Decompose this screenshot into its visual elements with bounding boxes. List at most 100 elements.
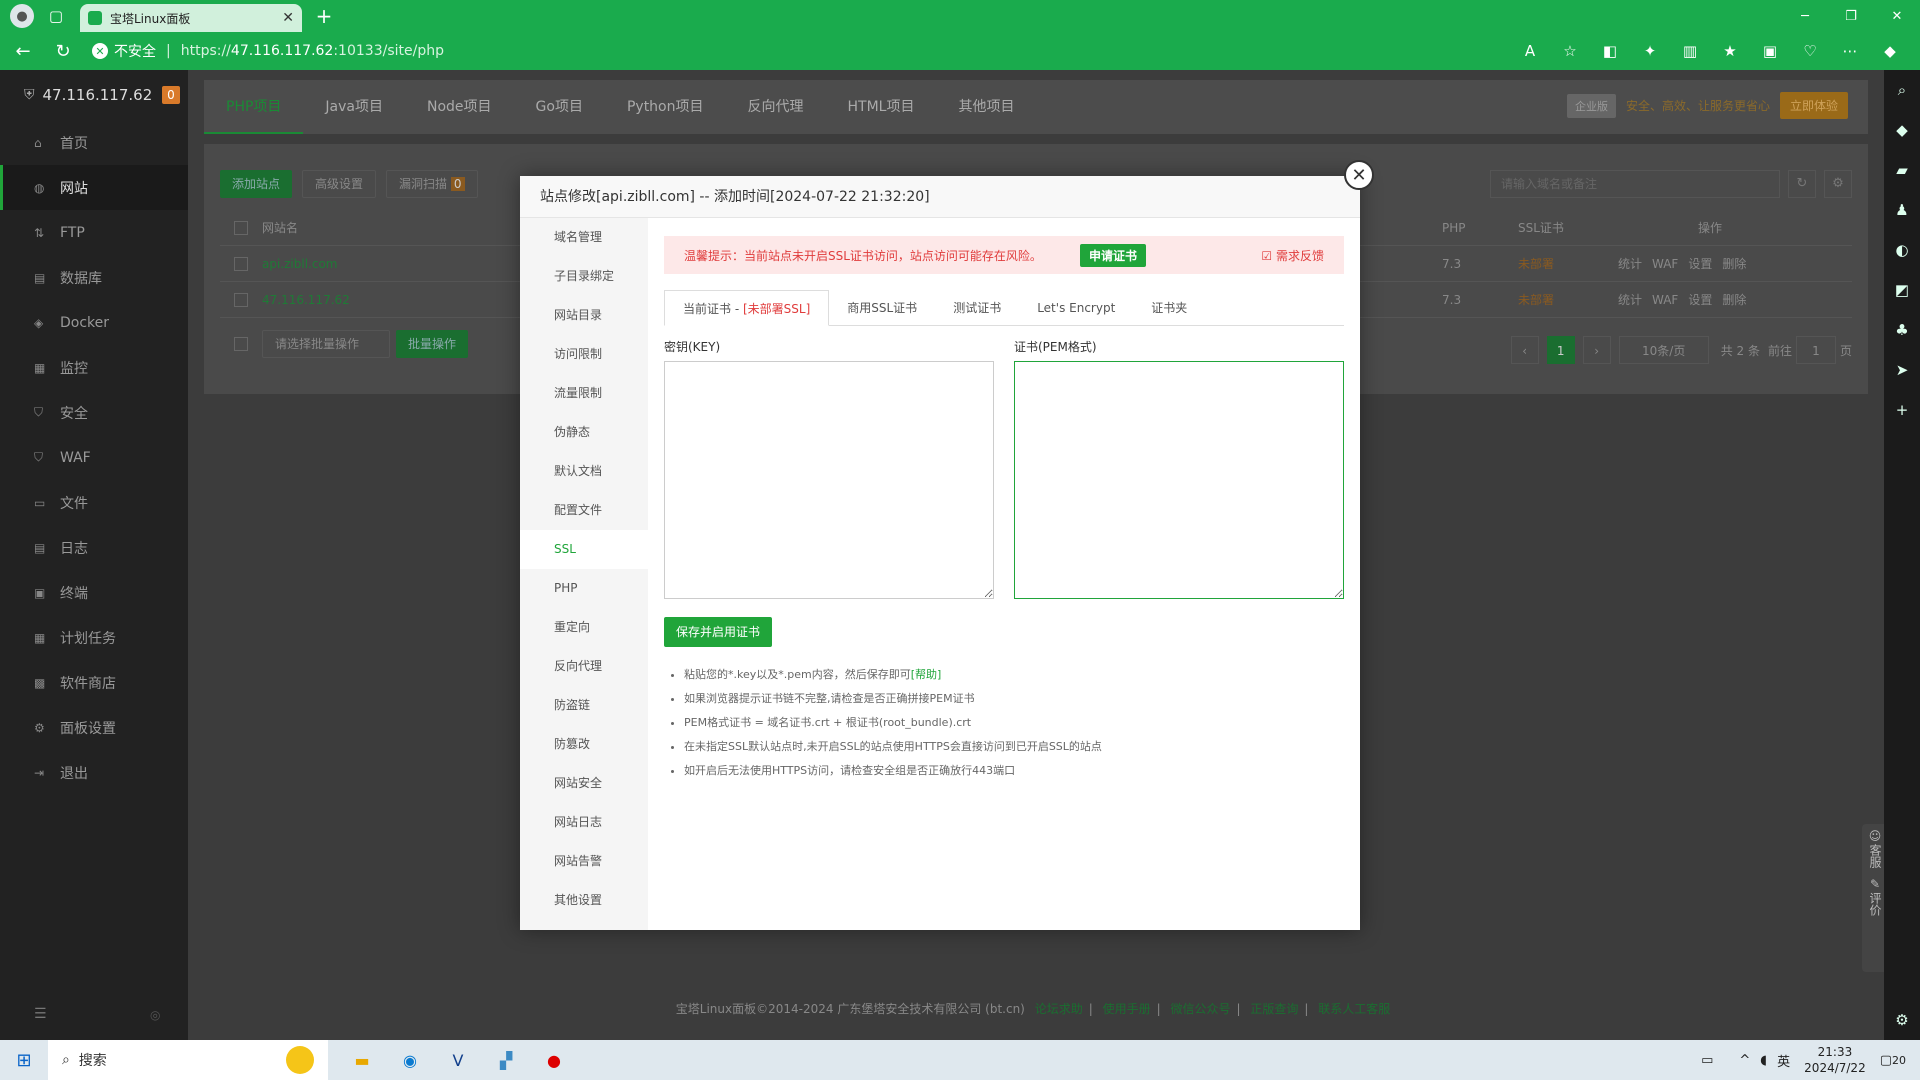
menu-access-limit[interactable]: 访问限制 [520, 335, 648, 374]
server-badge[interactable]: 0 [162, 86, 180, 104]
menu-site-security[interactable]: 网站安全 [520, 764, 648, 803]
profile-icon[interactable]: ● [10, 4, 34, 28]
save-enable-cert-button[interactable]: 保存并启用证书 [664, 617, 773, 647]
menu-redirect[interactable]: 重定向 [520, 608, 648, 647]
puzzle-icon[interactable]: ✦ [1630, 42, 1670, 60]
menu-site-alert[interactable]: 网站告警 [520, 842, 648, 881]
footer-link-license[interactable]: 正版查询 [1250, 1002, 1298, 1016]
tab-php[interactable]: PHP项目 [204, 80, 304, 134]
favorites-icon[interactable]: ★ [1710, 42, 1750, 60]
menu-ssl[interactable]: SSL [520, 530, 648, 569]
tag-icon[interactable]: ◆ [1884, 110, 1920, 150]
taskbar-search[interactable]: ⌕ 搜索 [48, 1040, 328, 1080]
menu-php[interactable]: PHP [520, 569, 648, 608]
edge-icon[interactable]: ◉ [386, 1040, 434, 1080]
tab-lets-encrypt[interactable]: Let's Encrypt [1019, 290, 1133, 325]
op-delete[interactable]: 删除 [1722, 291, 1746, 308]
volume-icon[interactable]: ◖ [1760, 1053, 1767, 1068]
apply-cert-button[interactable]: 申请证书 [1079, 243, 1146, 267]
site-php[interactable]: 7.3 [1442, 257, 1518, 271]
site-php[interactable]: 7.3 [1442, 293, 1518, 307]
more-icon[interactable]: ⋯ [1830, 42, 1870, 60]
try-button[interactable]: 立即体验 [1779, 92, 1848, 119]
nav-home[interactable]: ⌂ 首页 [0, 120, 188, 165]
browser-tab[interactable]: 宝塔Linux面板 ✕ [80, 4, 302, 32]
advanced-settings-button[interactable]: 高级设置 [302, 170, 377, 198]
close-modal-button[interactable]: ✕ [1344, 160, 1374, 190]
tab-java[interactable]: Java项目 [303, 80, 405, 134]
add-icon[interactable]: + [1884, 390, 1920, 430]
outlook-icon[interactable]: ◩ [1884, 270, 1920, 310]
notifications-icon[interactable]: ▢20 [1880, 1053, 1906, 1068]
batch-select[interactable]: 请选择批量操作 [262, 330, 390, 358]
nav-terminal[interactable]: ▣ 终端 [0, 570, 188, 615]
theme-icon[interactable]: ◎ [150, 1008, 160, 1022]
op-waf[interactable]: WAF [1652, 257, 1678, 271]
footer-link-manual[interactable]: 使用手册 [1103, 1002, 1151, 1016]
tab-actions-icon[interactable]: ▢ [42, 2, 70, 30]
nav-database[interactable]: ▤ 数据库 [0, 255, 188, 300]
site-ssl[interactable]: 未部署 [1518, 291, 1618, 308]
menu-domains[interactable]: 域名管理 [520, 218, 648, 257]
batch-checkbox[interactable] [234, 337, 248, 351]
help-link[interactable]: [帮助] [911, 668, 942, 681]
tab-commercial-ssl[interactable]: 商用SSL证书 [829, 290, 935, 325]
tab-test-cert[interactable]: 测试证书 [935, 290, 1019, 325]
ime-indicator[interactable]: 英 [1777, 1051, 1790, 1070]
vuln-scan-button[interactable]: 漏洞扫描 0 [386, 170, 478, 198]
add-site-button[interactable]: 添加站点 [220, 170, 293, 198]
menu-config[interactable]: 配置文件 [520, 491, 648, 530]
menu-hotlink[interactable]: 防盗链 [520, 686, 648, 725]
menu-site-log[interactable]: 网站日志 [520, 803, 648, 842]
key-textarea[interactable] [664, 361, 994, 599]
settings-icon[interactable]: ⚙ [1824, 170, 1852, 198]
refresh-icon[interactable]: ↻ [1788, 170, 1816, 198]
clock[interactable]: 21:33 2024/7/22 [1804, 1044, 1866, 1076]
games-icon[interactable]: ♟ [1884, 190, 1920, 230]
row-checkbox[interactable] [234, 292, 248, 307]
menu-traffic-limit[interactable]: 流量限制 [520, 374, 648, 413]
nav-waf[interactable]: ⛉ WAF [0, 435, 188, 480]
prev-page-icon[interactable]: ‹ [1510, 336, 1539, 364]
start-icon[interactable]: ⊞ [0, 1040, 48, 1080]
favorite-star-icon[interactable]: ☆ [1550, 42, 1590, 60]
op-stats[interactable]: 统计 [1618, 291, 1642, 308]
row-checkbox[interactable] [234, 256, 248, 271]
minimize-button[interactable]: ─ [1782, 0, 1828, 32]
menu-other-settings[interactable]: 其他设置 [520, 881, 648, 920]
close-window-button[interactable]: ✕ [1874, 0, 1920, 32]
keyboard-icon[interactable]: ▭ [1701, 1053, 1713, 1068]
site-ssl[interactable]: 未部署 [1518, 255, 1618, 272]
nav-ftp[interactable]: ⇅ FTP [0, 210, 188, 255]
new-tab-button[interactable]: + [310, 4, 338, 28]
footer-link-wechat[interactable]: 微信公众号 [1170, 1002, 1230, 1016]
footer-link-support[interactable]: 联系人工客服 [1318, 1002, 1390, 1016]
tab-go[interactable]: Go项目 [514, 80, 605, 134]
nav-settings[interactable]: ⚙ 面板设置 [0, 705, 188, 750]
cert-textarea[interactable] [1014, 361, 1344, 599]
nav-store[interactable]: ▩ 软件商店 [0, 660, 188, 705]
select-all-checkbox[interactable] [234, 220, 248, 235]
next-page-icon[interactable]: › [1582, 336, 1611, 364]
menu-subdir[interactable]: 子目录绑定 [520, 257, 648, 296]
weather-icon[interactable] [286, 1046, 314, 1074]
nav-logs[interactable]: ▤ 日志 [0, 525, 188, 570]
feedback-link[interactable]: ☑ 需求反馈 [1261, 247, 1324, 264]
nav-cron[interactable]: ▦ 计划任务 [0, 615, 188, 660]
op-settings[interactable]: 设置 [1688, 291, 1712, 308]
menu-reverse-proxy[interactable]: 反向代理 [520, 647, 648, 686]
nav-logout[interactable]: ⇥ 退出 [0, 750, 188, 795]
refresh-button[interactable]: ↻ [46, 36, 80, 66]
col-ssl[interactable]: SSL证书 [1518, 219, 1698, 236]
menu-site-dir[interactable]: 网站目录 [520, 296, 648, 335]
close-tab-icon[interactable]: ✕ [282, 10, 294, 26]
tab-python[interactable]: Python项目 [605, 80, 726, 134]
url-field[interactable]: ✕ 不安全 | https://47.116.117.62:10133/site… [92, 36, 1442, 66]
op-delete[interactable]: 删除 [1722, 255, 1746, 272]
send-icon[interactable]: ➤ [1884, 350, 1920, 390]
nav-files[interactable]: ▭ 文件 [0, 480, 188, 525]
menu-default-doc[interactable]: 默认文档 [520, 452, 648, 491]
nav-website[interactable]: ◍ 网站 [0, 165, 188, 210]
read-aloud-icon[interactable]: A [1510, 42, 1550, 60]
search-icon[interactable]: ⌕ [1884, 70, 1920, 110]
